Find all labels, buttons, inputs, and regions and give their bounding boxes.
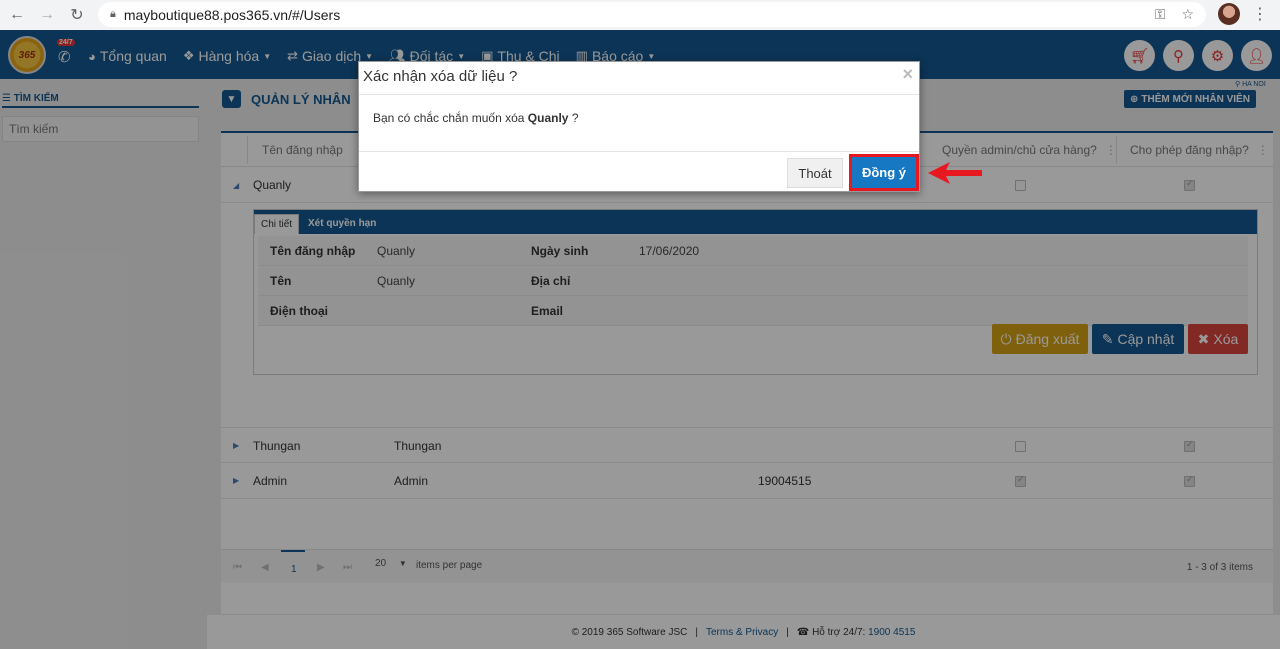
- dialog-message: Bạn có chắc chắn muốn xóa Quanly ?: [373, 111, 579, 125]
- dialog-title: Xác nhận xóa dữ liệu ?: [363, 68, 518, 85]
- confirm-button[interactable]: Đồng ý: [849, 154, 919, 191]
- back-icon[interactable]: ←: [4, 2, 30, 28]
- divider: [359, 94, 919, 95]
- address-bar[interactable]: 🔒︎ mayboutique88.pos365.vn/#/Users ⚿ ☆: [98, 2, 1206, 27]
- browser-toolbar: ← → ↻ 🔒︎ mayboutique88.pos365.vn/#/Users…: [0, 0, 1280, 30]
- key-icon[interactable]: ⚿: [1155, 6, 1166, 23]
- cancel-button[interactable]: Thoát: [787, 158, 843, 188]
- divider: [359, 151, 919, 152]
- profile-avatar[interactable]: [1218, 3, 1240, 25]
- browser-menu-icon[interactable]: ⋮: [1252, 4, 1268, 24]
- lock-icon: 🔒︎: [110, 8, 116, 20]
- reload-icon[interactable]: ↻: [64, 2, 90, 28]
- red-arrow-annotation: [928, 162, 982, 184]
- confirm-delete-dialog: Xác nhận xóa dữ liệu ? × Bạn có chắc chắ…: [358, 61, 920, 192]
- url-text: mayboutique88.pos365.vn/#/Users: [123, 6, 341, 23]
- forward-icon[interactable]: →: [34, 2, 60, 28]
- arrow-shape: [928, 162, 982, 184]
- close-icon[interactable]: ×: [902, 64, 913, 85]
- star-icon[interactable]: ☆: [1181, 6, 1194, 23]
